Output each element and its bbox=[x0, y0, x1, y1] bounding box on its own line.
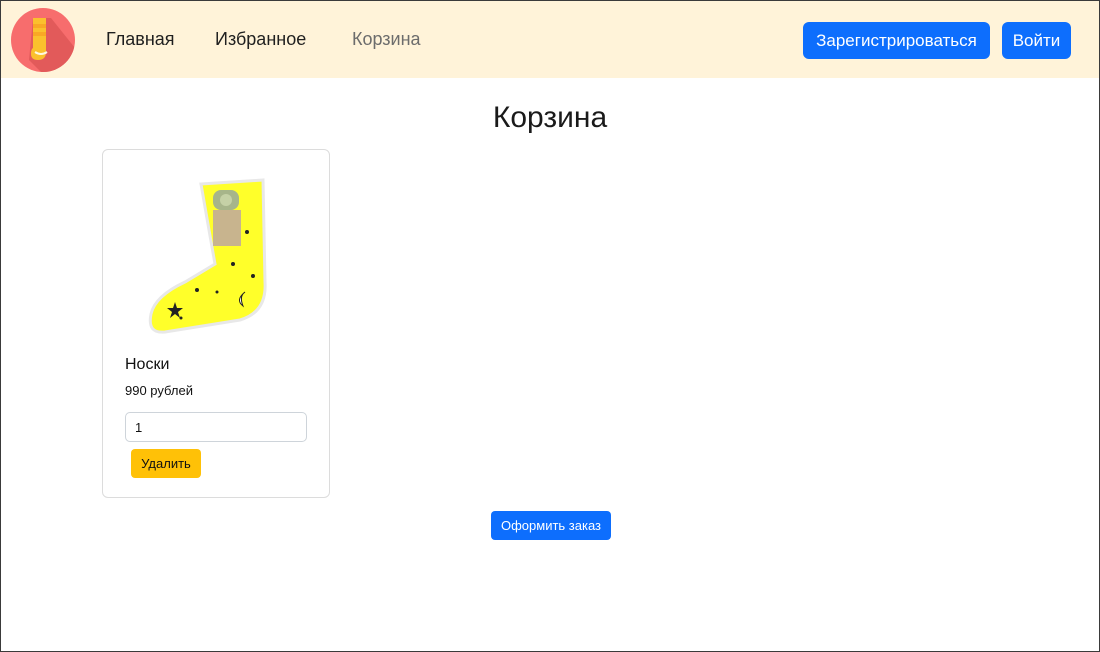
cart-item-card: Носки 990 рублей Удалить bbox=[102, 149, 330, 498]
login-button[interactable]: Войти bbox=[1002, 22, 1071, 59]
nav-link-home[interactable]: Главная bbox=[106, 28, 175, 50]
product-price: 990 рублей bbox=[125, 383, 193, 398]
quantity-input[interactable] bbox=[125, 412, 307, 442]
yellow-sock-image bbox=[135, 172, 295, 337]
navbar: Главная Избранное Корзина Зарегистрирова… bbox=[1, 1, 1099, 78]
sock-logo-icon[interactable] bbox=[11, 8, 75, 72]
product-name: Носки bbox=[125, 356, 170, 373]
nav-link-cart[interactable]: Корзина bbox=[352, 28, 421, 50]
app-window: Главная Избранное Корзина Зарегистрирова… bbox=[0, 0, 1100, 652]
nav-link-favorites[interactable]: Избранное bbox=[215, 28, 306, 50]
delete-button[interactable]: Удалить bbox=[131, 449, 201, 478]
checkout-button[interactable]: Оформить заказ bbox=[491, 511, 611, 540]
register-button[interactable]: Зарегистрироваться bbox=[803, 22, 990, 59]
page-title: Корзина bbox=[492, 101, 608, 134]
